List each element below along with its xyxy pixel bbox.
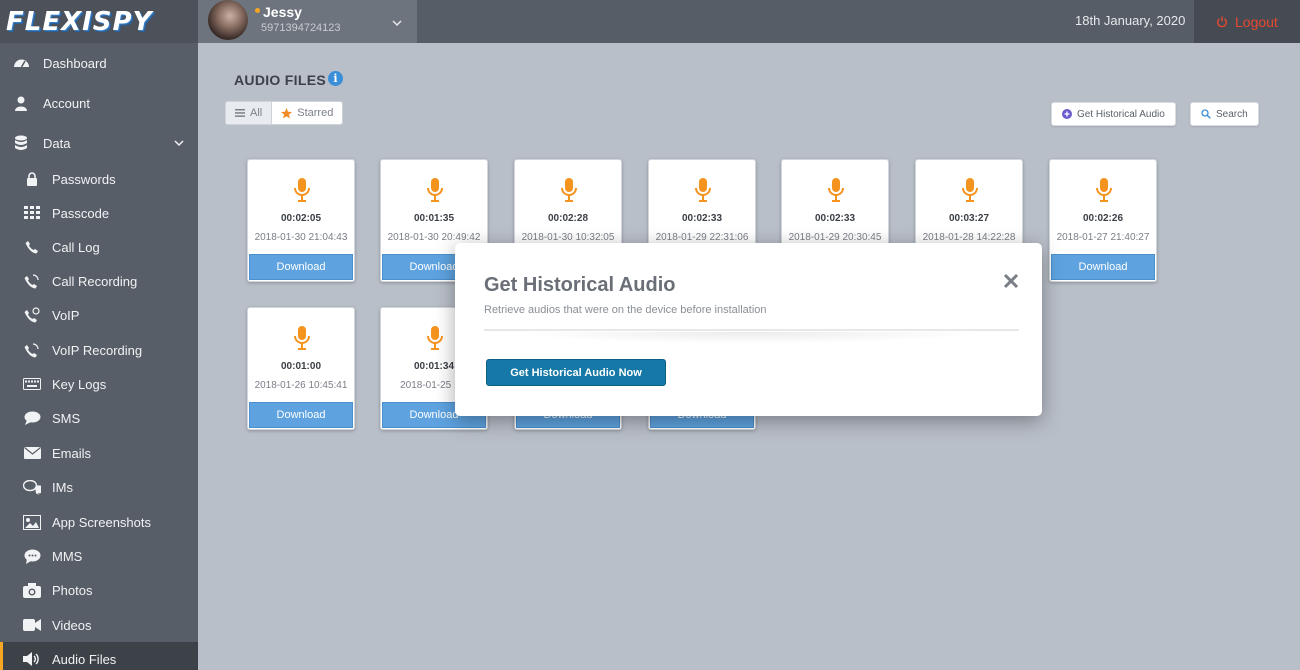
audio-timestamp: 2018-01-29 20:30:45 [788,232,882,243]
audio-duration: 00:02:33 [681,213,723,224]
audio-card: 00:02:26 2018-01-27 21:40:27 Download [1049,159,1157,282]
filter-all-button[interactable]: All [226,102,273,124]
sidebar-item-voip[interactable]: VoIP [0,298,198,332]
online-status-dot [255,8,260,13]
microphone-icon [695,178,711,202]
audio-timestamp: 2018-01-30 10:32:05 [521,232,615,243]
audio-timestamp: 2018-01-26 10:45:41 [254,380,348,391]
audio-duration: 00:03:27 [948,213,990,224]
microphone-icon [962,178,978,202]
logout-button[interactable]: Logout [1194,0,1300,43]
video-icon [23,616,41,634]
chevron-down-icon[interactable] [392,18,402,28]
microphone-icon [427,326,443,350]
voip-icon [23,306,41,324]
sidebar-item-ims[interactable]: IMs [0,470,198,504]
sidebar-item-emails[interactable]: Emails [0,436,198,470]
sidebar-item-photos[interactable]: Photos [0,573,198,607]
sidebar-item-account[interactable]: Account [0,86,198,120]
modal-divider [484,329,1019,331]
sidebar: Dashboard Account Data Passwords Passcod… [0,43,198,670]
current-date: 18th January, 2020 [1075,13,1186,28]
get-historical-audio-now-button[interactable]: Get Historical Audio Now [486,359,666,386]
audio-duration: 00:02:26 [1082,213,1124,224]
sidebar-item-passwords[interactable]: Passwords [0,162,198,196]
sidebar-item-dashboard[interactable]: Dashboard [0,46,198,80]
microphone-icon [427,178,443,202]
mms-icon [23,547,41,565]
info-icon[interactable]: i [328,71,343,86]
sidebar-item-data[interactable]: Data [0,126,198,160]
database-icon [12,134,30,152]
speaker-icon [23,650,41,668]
audio-timestamp: 2018-01-30 21:04:43 [254,232,348,243]
filter-toggle: All Starred [225,101,344,125]
user-icon [12,94,30,112]
audio-duration: 00:02:28 [547,213,589,224]
audio-duration: 00:01:00 [280,361,322,372]
logout-label: Logout [1235,13,1278,30]
sidebar-item-mms[interactable]: MMS [0,539,198,573]
sidebar-item-call-log[interactable]: Call Log [0,230,198,264]
get-historical-audio-button[interactable]: Get Historical Audio [1051,102,1176,126]
modal-title: Get Historical Audio [484,274,676,296]
audio-duration: 00:02:33 [814,213,856,224]
download-button[interactable]: Download [249,402,353,428]
sidebar-item-app-screenshots[interactable]: App Screenshots [0,505,198,539]
envelope-icon [23,444,41,462]
search-icon [1201,109,1211,119]
chevron-down-icon [174,140,184,147]
camera-icon [23,581,41,599]
star-icon [281,107,293,118]
phone-ring-icon [23,272,41,290]
audio-card: 00:01:00 2018-01-26 10:45:41 Download [247,307,355,430]
avatar [208,0,248,40]
microphone-icon [561,178,577,202]
historical-audio-modal: Get Historical Audio Retrieve audios tha… [455,243,1042,416]
power-icon [1217,16,1227,27]
chat-bubble-icon [23,409,41,427]
microphone-icon [828,178,844,202]
keyboard-icon [23,375,41,393]
download-button[interactable]: Download [249,254,353,280]
sidebar-item-audio-files[interactable]: Audio Files [0,642,198,670]
sidebar-item-videos[interactable]: Videos [0,608,198,642]
user-name: Jessy [263,4,302,20]
app-logo[interactable]: FLEXISPY [0,0,198,43]
sidebar-item-key-logs[interactable]: Key Logs [0,367,198,401]
plus-circle-icon [1062,109,1072,119]
audio-card: 00:02:05 2018-01-30 21:04:43 Download [247,159,355,282]
microphone-icon [294,178,310,202]
microphone-icon [1096,178,1112,202]
chat-bubbles-icon [23,478,41,496]
audio-timestamp: 2018-01-29 22:31:06 [655,232,749,243]
audio-duration: 00:01:35 [413,213,455,224]
filter-starred-button[interactable]: Starred [272,102,342,124]
dashboard-icon [12,54,30,72]
download-button[interactable]: Download [1051,254,1155,280]
phone-ring-icon [23,341,41,359]
sidebar-item-passcode[interactable]: Passcode [0,196,198,230]
audio-timestamp: 2018-01-27 21:40:27 [1056,232,1150,243]
audio-timestamp: 2018-01-30 20:49:42 [387,232,481,243]
divider-shadow [515,332,985,344]
keypad-icon [23,204,41,222]
search-button[interactable]: Search [1190,102,1259,126]
page-title: AUDIO FILES [234,72,326,88]
close-icon[interactable] [1003,273,1019,289]
audio-timestamp: 2018-01-28 14:22:28 [922,232,1016,243]
microphone-icon [294,326,310,350]
lock-icon [23,170,41,188]
sidebar-item-call-recording[interactable]: Call Recording [0,264,198,298]
top-bar: FLEXISPY Jessy 5971394724123 18th Januar… [0,0,1300,43]
sidebar-item-sms[interactable]: SMS [0,401,198,435]
image-icon [23,513,41,531]
modal-subtitle: Retrieve audios that were on the device … [484,304,767,316]
user-phone: 5971394724123 [261,22,341,34]
sidebar-item-voip-recording[interactable]: VoIP Recording [0,333,198,367]
user-selector[interactable]: Jessy 5971394724123 [198,0,417,43]
audio-duration: 00:02:05 [280,213,322,224]
phone-icon [23,238,41,256]
list-icon [235,109,245,117]
